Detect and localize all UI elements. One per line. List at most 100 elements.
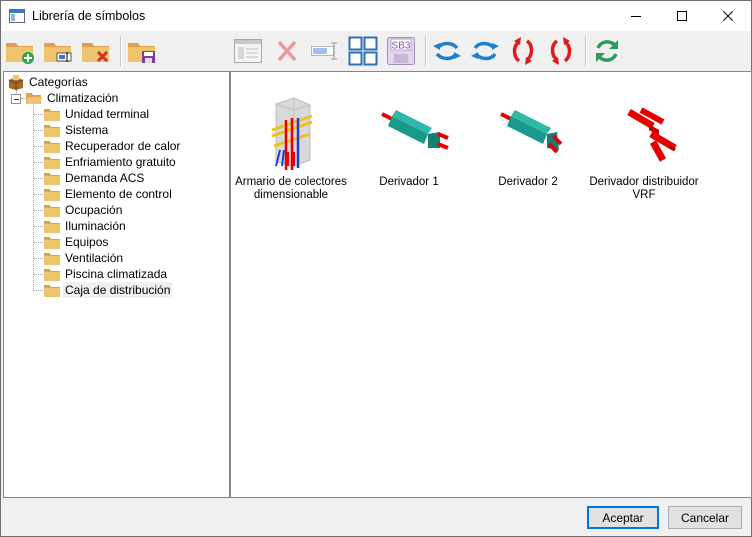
grid-view-icon <box>348 36 378 66</box>
folder-icon <box>44 267 60 281</box>
symbol-item[interactable]: Armario de colectores dimensionable <box>231 90 351 202</box>
tree-connector <box>34 194 43 195</box>
tree-item[interactable]: Demanda ACS <box>44 170 146 186</box>
toolbar-separator <box>585 36 587 66</box>
tree-item-label: Piscina climatizada <box>65 267 168 281</box>
tree-item[interactable]: Piscina climatizada <box>44 266 169 282</box>
folder-icon <box>44 187 60 201</box>
tree-item[interactable]: Ocupación <box>44 202 124 218</box>
tree-item-label: Enfriamiento gratuito <box>65 155 176 169</box>
rotate-left-icon <box>432 37 462 65</box>
tree-connector <box>34 258 43 259</box>
tree-item-label: Caja de distribución <box>63 282 173 298</box>
symbol-library-window: Librería de símbolos SB3 Categorías Clim… <box>0 0 752 537</box>
close-icon <box>723 11 733 21</box>
folder-icon <box>44 251 60 265</box>
minimize-icon <box>631 11 641 21</box>
category-tree[interactable]: Categorías Climatización Unidad terminal… <box>3 71 230 498</box>
tree-connector <box>34 226 43 227</box>
rename-field-icon <box>310 37 340 65</box>
tree-connector <box>34 130 43 131</box>
folder-icon <box>44 203 60 217</box>
folder-icon <box>44 235 60 249</box>
save-category-button[interactable] <box>127 36 157 66</box>
tree-collapse-toggle[interactable] <box>11 94 21 104</box>
sb3-save-icon: SB3 <box>386 36 416 66</box>
tree-item-label: Ventilación <box>65 251 124 265</box>
rotate-left-button[interactable] <box>432 36 462 66</box>
rotate-right-button[interactable] <box>470 36 500 66</box>
flip-vertical-alt-button[interactable] <box>546 36 576 66</box>
symbol-grid[interactable]: Armario de colectores dimensionable Deri… <box>230 71 752 498</box>
accept-button[interactable]: Aceptar <box>587 506 659 529</box>
properties-button[interactable] <box>233 36 263 66</box>
tree-connector <box>34 274 43 275</box>
folder-icon <box>44 283 60 297</box>
tree-item-label: Demanda ACS <box>65 171 145 185</box>
maximize-icon <box>677 11 687 21</box>
tree-connector <box>34 210 43 211</box>
refresh-button[interactable] <box>592 36 622 66</box>
folder-icon <box>44 155 60 169</box>
tree-item[interactable]: Equipos <box>44 234 110 250</box>
refresh-icon <box>592 36 622 66</box>
tree-connector <box>33 105 34 291</box>
tree-item-label: Equipos <box>65 235 109 249</box>
rename-symbol-button[interactable] <box>310 36 340 66</box>
vrf-distributor-icon <box>599 90 689 180</box>
tree-item[interactable]: Enfriamiento gratuito <box>44 154 178 170</box>
rotate-right-icon <box>470 37 500 65</box>
flip-vertical-button[interactable] <box>508 36 538 66</box>
toolbar: SB3 <box>1 31 751 71</box>
tree-item[interactable]: Caja de distribución <box>44 282 173 298</box>
tree-connector <box>34 178 43 179</box>
tree-group-climatizacion[interactable]: Climatización <box>26 90 120 106</box>
tree-item-label: Recuperador de calor <box>65 139 181 153</box>
tree-connector <box>34 146 43 147</box>
tree-connector <box>34 242 43 243</box>
maximize-button[interactable] <box>659 1 705 31</box>
tree-item-label: Unidad terminal <box>65 107 150 121</box>
symbol-item[interactable]: Derivador 1 <box>349 90 469 189</box>
tree-connector <box>34 114 43 115</box>
close-button[interactable] <box>705 1 751 31</box>
flip-vertical-icon <box>508 36 538 66</box>
folder-icon <box>44 107 60 121</box>
title-bar: Librería de símbolos <box>1 1 751 31</box>
symbol-item[interactable]: Derivador 2 <box>468 90 588 189</box>
tree-item[interactable]: Recuperador de calor <box>44 138 182 154</box>
folder-icon <box>44 171 60 185</box>
tree-item-label: Sistema <box>65 123 109 137</box>
folder-icon <box>44 123 60 137</box>
window-list-icon <box>233 37 263 65</box>
tree-item[interactable]: Unidad terminal <box>44 106 151 122</box>
folder-rename-icon <box>43 37 73 65</box>
tree-connector <box>34 162 43 163</box>
tree-item-label: Elemento de control <box>65 187 172 201</box>
tree-item[interactable]: Elemento de control <box>44 186 174 202</box>
tree-group-label: Climatización <box>47 91 119 105</box>
tree-root-categorias[interactable]: Categorías <box>8 74 90 90</box>
grid-view-button[interactable] <box>348 36 378 66</box>
toolbar-separator <box>120 36 122 66</box>
delete-x-icon <box>272 37 302 65</box>
tree-item-label: Iluminación <box>65 219 126 233</box>
tree-item[interactable]: Iluminación <box>44 218 128 234</box>
delete-symbol-button[interactable] <box>272 36 302 66</box>
window-title: Librería de símbolos <box>32 9 146 23</box>
save-sb3-button[interactable]: SB3 <box>386 36 416 66</box>
folder-add-icon <box>5 37 35 65</box>
tree-item[interactable]: Sistema <box>44 122 110 138</box>
app-window-icon <box>9 9 25 23</box>
delete-category-button[interactable] <box>81 36 111 66</box>
folder-save-icon <box>127 37 157 65</box>
toolbar-separator <box>425 36 427 66</box>
tree-root-label: Categorías <box>29 75 88 89</box>
cancel-button[interactable]: Cancelar <box>668 506 742 529</box>
add-category-button[interactable] <box>5 36 35 66</box>
tree-item[interactable]: Ventilación <box>44 250 125 266</box>
minimize-button[interactable] <box>613 1 659 31</box>
rename-category-button[interactable] <box>43 36 73 66</box>
symbol-item[interactable]: Derivador distribuidor VRF <box>584 90 704 202</box>
flip-vertical-alt-icon <box>546 36 576 66</box>
